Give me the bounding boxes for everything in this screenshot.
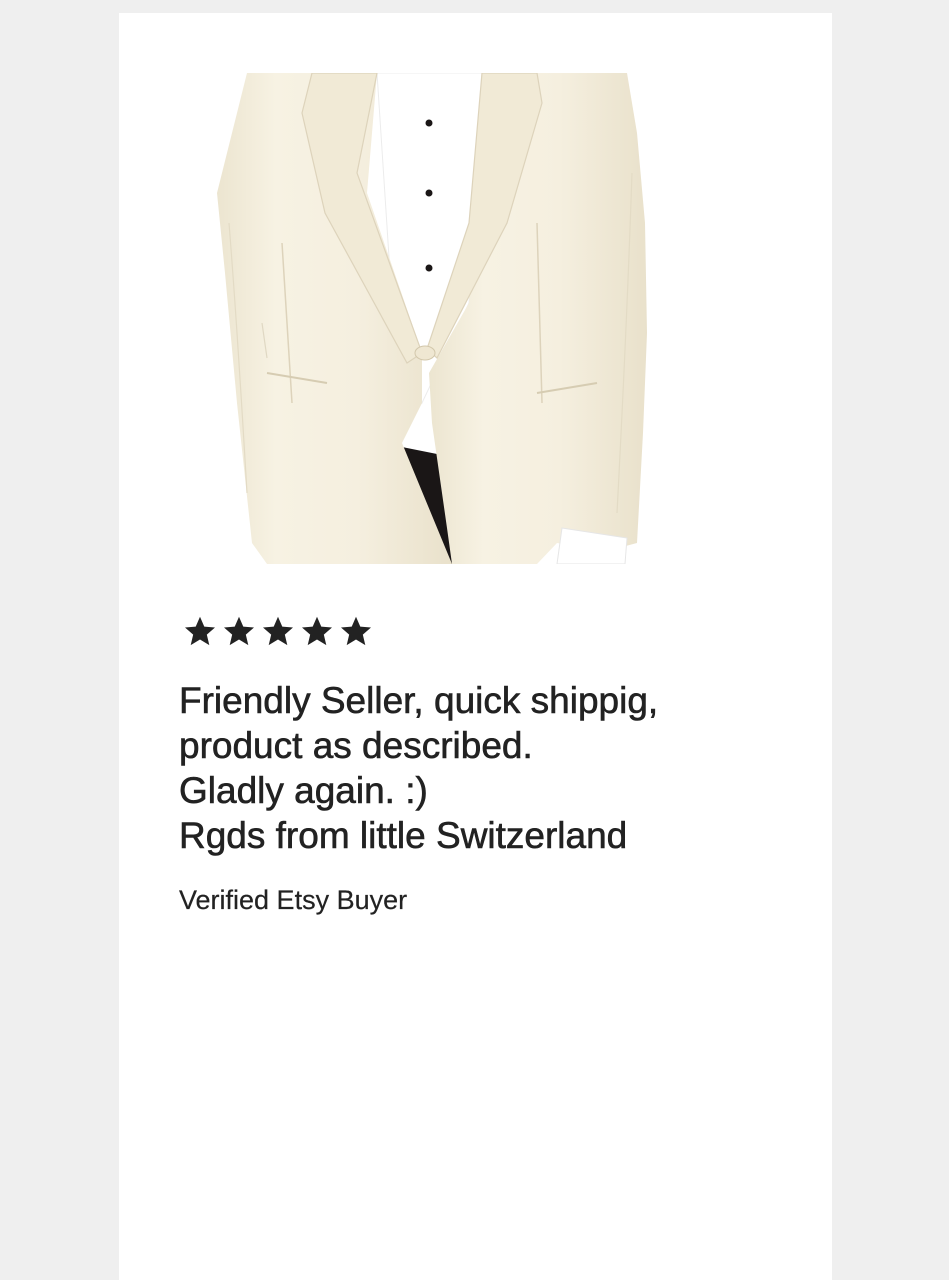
review-line: Rgds from little Switzerland (179, 815, 628, 857)
review-text: Friendly Seller, quick shippig, product … (179, 678, 799, 858)
star-icon (185, 616, 215, 646)
review-line: Gladly again. :) (179, 770, 428, 812)
buyer-label: Verified Etsy Buyer (179, 885, 408, 915)
star-icon (302, 616, 332, 646)
review-line: product as described. (179, 725, 533, 767)
product-image[interactable] (207, 73, 657, 564)
star-rating (181, 613, 375, 649)
star-icon (263, 616, 293, 646)
star-icon (224, 616, 254, 646)
review-card: Friendly Seller, quick shippig, product … (119, 13, 832, 1280)
review-line: Friendly Seller, quick shippig, (179, 680, 659, 722)
star-icon (341, 616, 371, 646)
